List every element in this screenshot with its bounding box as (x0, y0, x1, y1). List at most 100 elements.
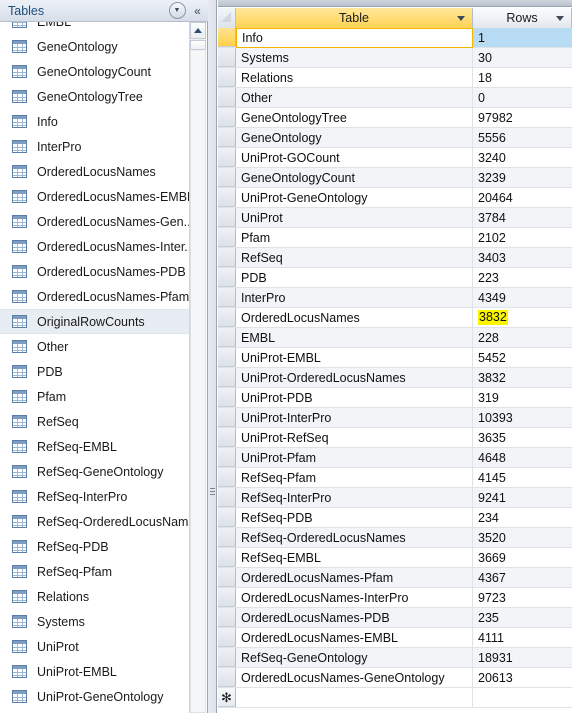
table-row[interactable]: Info 1 (218, 28, 572, 48)
cell-row-count[interactable]: 4367 (473, 568, 572, 587)
table-row[interactable]: EMBL 228 (218, 328, 572, 348)
cell-row-count[interactable]: 18931 (473, 648, 572, 667)
table-row[interactable]: UniProt-RefSeq 3635 (218, 428, 572, 448)
row-selector[interactable] (218, 148, 236, 167)
cell-table-name[interactable]: EMBL (236, 328, 473, 347)
sidebar-item-pfam[interactable]: Pfam (0, 384, 190, 409)
cell-row-count[interactable]: 4648 (473, 448, 572, 467)
cell-row-count[interactable]: 4111 (473, 628, 572, 647)
cell-row-count[interactable]: 4145 (473, 468, 572, 487)
table-row[interactable]: Systems 30 (218, 48, 572, 68)
row-selector[interactable] (218, 608, 236, 627)
row-selector[interactable] (218, 268, 236, 287)
row-selector[interactable] (218, 668, 236, 687)
cell-table-name[interactable]: RefSeq-Pfam (236, 468, 473, 487)
sidebar-item-refseq-embl[interactable]: RefSeq-EMBL (0, 434, 190, 459)
row-selector[interactable] (218, 488, 236, 507)
sidebar-item-refseq-pfam[interactable]: RefSeq-Pfam (0, 559, 190, 584)
table-row[interactable]: RefSeq-InterPro 9241 (218, 488, 572, 508)
cell-row-count[interactable]: 20464 (473, 188, 572, 207)
cell-table-name[interactable]: Systems (236, 48, 473, 67)
cell-table-name[interactable]: RefSeq (236, 248, 473, 267)
row-selector[interactable] (218, 288, 236, 307)
cell-row-count[interactable]: 3635 (473, 428, 572, 447)
sidebar-item-refseq-pdb[interactable]: RefSeq-PDB (0, 534, 190, 559)
cell-row-count[interactable]: 3669 (473, 548, 572, 567)
cell-table-name[interactable]: UniProt-PDB (236, 388, 473, 407)
cell-row-count[interactable]: 20613 (473, 668, 572, 687)
cell-table-name[interactable]: Pfam (236, 228, 473, 247)
row-selector[interactable] (218, 348, 236, 367)
cell-row-count[interactable]: 1 (473, 28, 572, 47)
scroll-up-button[interactable] (190, 22, 206, 39)
sidebar-item-systems[interactable]: Systems (0, 609, 190, 634)
cell-table-name[interactable]: OrderedLocusNames-EMBL (236, 628, 473, 647)
cell-table-name[interactable]: UniProt-Pfam (236, 448, 473, 467)
row-selector[interactable] (218, 648, 236, 667)
cell-table-name[interactable]: UniProt-GOCount (236, 148, 473, 167)
cell-row-count[interactable]: 228 (473, 328, 572, 347)
cell-table-name[interactable]: RefSeq-PDB (236, 508, 473, 527)
row-selector[interactable] (218, 448, 236, 467)
sidebar-item-info[interactable]: Info (0, 109, 190, 134)
table-row[interactable]: UniProt 3784 (218, 208, 572, 228)
table-row[interactable]: UniProt-GeneOntology 20464 (218, 188, 572, 208)
row-selector[interactable] (218, 548, 236, 567)
sidebar-item-uniprot-embl[interactable]: UniProt-EMBL (0, 659, 190, 684)
sidebar-item-interpro[interactable]: InterPro (0, 134, 190, 159)
cell-table-name[interactable]: OrderedLocusNames-PDB (236, 608, 473, 627)
cell-table-name[interactable]: Relations (236, 68, 473, 87)
sidebar-item-other[interactable]: Other (0, 334, 190, 359)
cell-table-name[interactable] (236, 688, 473, 707)
table-row[interactable]: RefSeq 3403 (218, 248, 572, 268)
table-row[interactable]: Other 0 (218, 88, 572, 108)
table-row[interactable]: OrderedLocusNames 3832 (218, 308, 572, 328)
cell-table-name[interactable]: RefSeq-EMBL (236, 548, 473, 567)
table-row[interactable]: Pfam 2102 (218, 228, 572, 248)
row-selector[interactable] (218, 48, 236, 67)
cell-row-count[interactable]: 3784 (473, 208, 572, 227)
cell-table-name[interactable]: GeneOntology (236, 128, 473, 147)
table-row[interactable]: RefSeq-EMBL 3669 (218, 548, 572, 568)
sidebar-item-orderedlocusnames-gen[interactable]: OrderedLocusNames-Gen... (0, 209, 190, 234)
cell-row-count[interactable]: 4349 (473, 288, 572, 307)
sidebar-item-pdb[interactable]: PDB (0, 359, 190, 384)
row-selector[interactable] (218, 408, 236, 427)
cell-table-name[interactable]: UniProt-OrderedLocusNames (236, 368, 473, 387)
nav-pane-menu-button[interactable]: ▼ (168, 2, 186, 20)
sidebar-item-refseq-geneontology[interactable]: RefSeq-GeneOntology (0, 459, 190, 484)
row-selector[interactable] (218, 168, 236, 187)
cell-table-name[interactable]: UniProt (236, 208, 473, 227)
sidebar-item-orderedlocusnames-pfam[interactable]: OrderedLocusNames-Pfam (0, 284, 190, 309)
sidebar-item-refseq[interactable]: RefSeq (0, 409, 190, 434)
table-row[interactable]: UniProt-PDB 319 (218, 388, 572, 408)
sidebar-item-embl[interactable]: EMBL (0, 22, 190, 34)
table-row[interactable]: Relations 18 (218, 68, 572, 88)
table-row[interactable]: UniProt-OrderedLocusNames 3832 (218, 368, 572, 388)
cell-row-count[interactable]: 18 (473, 68, 572, 87)
sidebar-item-geneontology[interactable]: GeneOntology (0, 34, 190, 59)
table-row[interactable]: GeneOntologyTree 97982 (218, 108, 572, 128)
sidebar-item-uniprot-geneontology[interactable]: UniProt-GeneOntology (0, 684, 190, 709)
sidebar-item-originalrowcounts[interactable]: OriginalRowCounts (0, 309, 190, 334)
pane-splitter[interactable] (208, 0, 217, 713)
nav-pane-scrollbar[interactable] (189, 22, 206, 713)
sidebar-item-orderedlocusnames-inter[interactable]: OrderedLocusNames-Inter... (0, 234, 190, 259)
row-selector[interactable] (218, 128, 236, 147)
table-row[interactable]: OrderedLocusNames-GeneOntology 20613 (218, 668, 572, 688)
row-selector[interactable] (218, 368, 236, 387)
row-selector[interactable] (218, 328, 236, 347)
row-selector[interactable] (218, 228, 236, 247)
cell-table-name[interactable]: UniProt-RefSeq (236, 428, 473, 447)
table-row[interactable]: InterPro 4349 (218, 288, 572, 308)
cell-row-count[interactable]: 3239 (473, 168, 572, 187)
row-selector[interactable] (218, 208, 236, 227)
cell-row-count[interactable]: 9241 (473, 488, 572, 507)
row-selector[interactable] (218, 108, 236, 127)
cell-row-count[interactable]: 234 (473, 508, 572, 527)
table-row[interactable]: UniProt-EMBL 5452 (218, 348, 572, 368)
cell-row-count[interactable]: 319 (473, 388, 572, 407)
select-all-corner-button[interactable] (218, 8, 236, 28)
cell-table-name[interactable]: Info (236, 28, 473, 48)
table-row[interactable]: RefSeq-GeneOntology 18931 (218, 648, 572, 668)
